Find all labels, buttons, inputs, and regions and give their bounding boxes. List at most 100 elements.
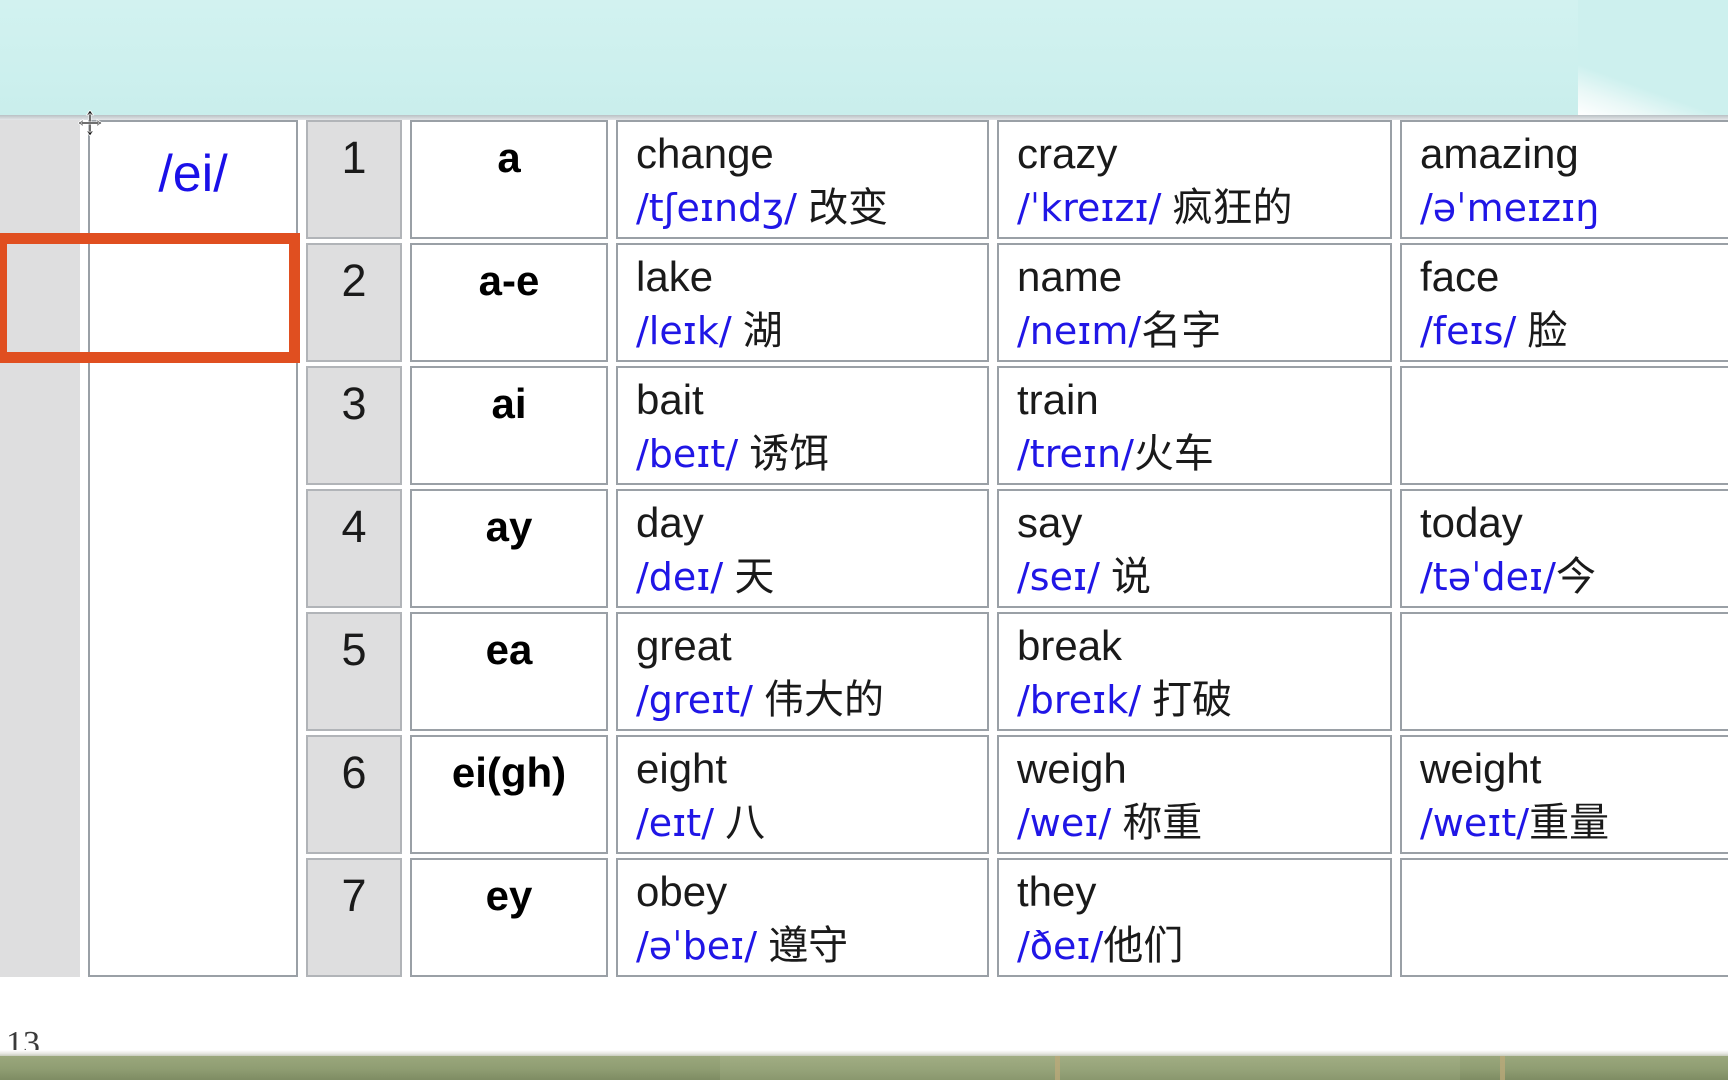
phonics-table: /ei/ 1 a change /tʃeɪndʒ/ 改变 crazy /ˈkre… [0,120,1728,977]
pattern-cell[interactable]: ay [410,489,608,608]
word-text: great [636,622,732,669]
phonetic-text: /ˈkreɪzɪ/ [1017,186,1162,230]
phonetic-text: /əˈmeɪzɪŋ [1420,186,1600,230]
table-row[interactable]: 7 [306,858,402,977]
table-row[interactable]: 2 [306,243,402,362]
word-cell[interactable]: they /ðeɪ/他们 [997,858,1392,977]
word-cell[interactable]: name /neɪm/名字 [997,243,1392,362]
phonetic-gloss-line: /əˈbeɪ/ 遵守 [636,918,987,974]
pattern-cell[interactable]: a-e [410,243,608,362]
phonetic-text: /əˈbeɪ/ [636,924,758,968]
word-cell[interactable]: weight /weɪt/重量 [1400,735,1728,854]
top-banner [0,0,1728,115]
word-text: say [1017,499,1083,546]
gloss-text: 改变 [808,185,889,231]
pattern-label: ea [485,626,533,673]
phonetic-gloss-line: /weɪt/重量 [1420,795,1728,851]
phonetic-gloss-line: /neɪm/名字 [1017,303,1390,359]
word-cell[interactable]: face /feɪs/ 脸 [1400,243,1728,362]
phonetic-gloss-line: /treɪn/火车 [1017,426,1390,482]
gloss-text: 伟大的 [764,677,885,723]
phonetic-text: /neɪm/ [1017,309,1142,353]
phonetic-text: /feɪs/ [1420,309,1517,353]
word-text: face [1420,253,1500,300]
word-cell[interactable]: lake /leɪk/ 湖 [616,243,989,362]
phonetic-gloss-line: /weɪ/ 称重 [1017,795,1390,851]
word-text: bait [636,376,704,423]
word-text: today [1420,499,1523,546]
word-cell[interactable]: today /təˈdeɪ/今 [1400,489,1728,608]
gloss-text: 打破 [1152,677,1233,723]
gloss-text: 说 [1111,554,1152,600]
phonetic-gloss-line: /ðeɪ/他们 [1017,918,1390,974]
pattern-cell[interactable]: ei(gh) [410,735,608,854]
gloss-text: 火车 [1133,431,1214,477]
phonetic-text: /leɪk/ [636,309,732,353]
word-cell-empty[interactable] [1400,858,1728,977]
word-cell[interactable]: amazing /əˈmeɪzɪŋ [1400,120,1728,239]
phonetic-text: /seɪ/ [1017,555,1100,599]
vowel-label-cell[interactable]: /ei/ [88,120,298,977]
phonetic-gloss-line: /feɪs/ 脸 [1420,303,1728,359]
word-cell[interactable]: train /treɪn/火车 [997,366,1392,485]
word-cell[interactable]: say /seɪ/ 说 [997,489,1392,608]
phonics-sheet: /ei/ 1 a change /tʃeɪndʒ/ 改变 crazy /ˈkre… [0,120,1728,1062]
word-cell-empty[interactable] [1400,366,1728,485]
phonetic-gloss-line: /ˈkreɪzɪ/ 疯狂的 [1017,180,1390,236]
pattern-cell[interactable]: ai [410,366,608,485]
gloss-text: 脸 [1527,308,1568,354]
word-cell[interactable]: great /greɪt/ 伟大的 [616,612,989,731]
gloss-text: 诱饵 [749,431,830,477]
word-text: name [1017,253,1123,300]
word-cell[interactable]: bait /beɪt/ 诱饵 [616,366,989,485]
phonetic-gloss-line: /tʃeɪndʒ/ 改变 [636,180,987,236]
word-cell[interactable]: day /deɪ/ 天 [616,489,989,608]
phonetic-text: /breɪk/ [1017,678,1142,722]
phonetic-text: /weɪ/ [1017,801,1112,845]
word-cell[interactable]: break /breɪk/ 打破 [997,612,1392,731]
phonetic-text: /tʃeɪndʒ/ [636,186,797,230]
word-text: day [636,499,704,546]
table-row[interactable]: 5 [306,612,402,731]
pattern-label: a-e [478,257,540,304]
phonetic-text: /ðeɪ/ [1017,924,1104,968]
word-cell[interactable]: weigh /weɪ/ 称重 [997,735,1392,854]
banner-corner-fold [1578,0,1728,115]
gloss-text: 天 [734,554,775,600]
table-row[interactable]: 1 [306,120,402,239]
pattern-label: ai [491,380,527,427]
phonetic-gloss-line: /deɪ/ 天 [636,549,987,605]
phonetic-text: /weɪt/ [1420,801,1530,845]
phonetic-gloss-line: /eɪt/ 八 [636,795,987,851]
word-text: eight [636,745,728,792]
phonetic-gloss-line: /greɪt/ 伟大的 [636,672,987,728]
table-row[interactable]: 4 [306,489,402,608]
row-number: 6 [341,747,367,798]
phonetic-text: /treɪn/ [1017,432,1134,476]
gloss-text: 八 [725,800,766,846]
pattern-cell[interactable]: ea [410,612,608,731]
table-row[interactable]: 6 [306,735,402,854]
word-cell-empty[interactable] [1400,612,1728,731]
pattern-label: ay [485,503,533,550]
phonetic-text: /deɪ/ [636,555,724,599]
table-row[interactable]: 3 [306,366,402,485]
gloss-text: 湖 [742,308,783,354]
phonetic-gloss-line: /breɪk/ 打破 [1017,672,1390,728]
word-cell[interactable]: change /tʃeɪndʒ/ 改变 [616,120,989,239]
word-text: change [636,130,774,177]
pattern-cell[interactable]: ey [410,858,608,977]
pattern-label: ei(gh) [451,749,567,796]
word-cell[interactable]: crazy /ˈkreɪzɪ/ 疯狂的 [997,120,1392,239]
word-cell[interactable]: obey /əˈbeɪ/ 遵守 [616,858,989,977]
pattern-cell[interactable]: a [410,120,608,239]
bottom-strip-highlight [720,1056,1460,1080]
word-text: amazing [1420,130,1579,177]
phonetic-text: /təˈdeɪ/ [1420,555,1556,599]
row-number: 1 [341,132,367,183]
word-text: they [1017,868,1097,915]
phonetic-text: /beɪt/ [636,432,739,476]
gloss-text: 今 [1555,554,1596,600]
word-cell[interactable]: eight /eɪt/ 八 [616,735,989,854]
row-number: 2 [341,255,367,306]
